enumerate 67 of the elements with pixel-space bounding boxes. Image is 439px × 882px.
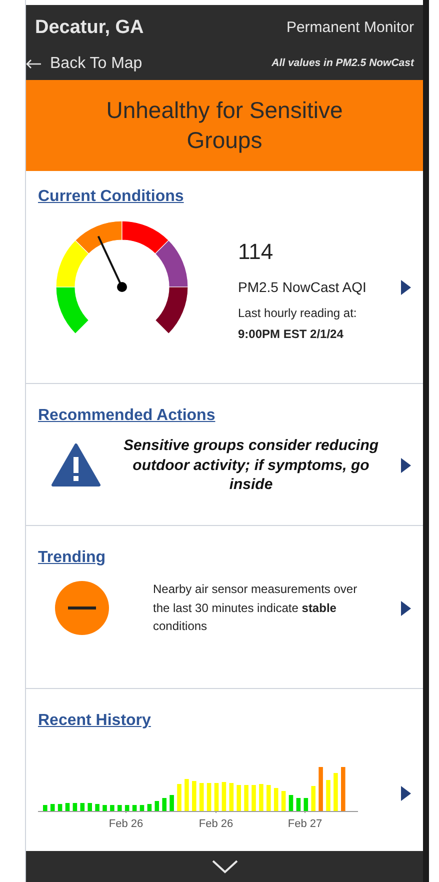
location-title: Decatur, GA [35,16,144,40]
history-bar [311,786,316,811]
stable-trend-icon [54,580,110,636]
axis-label: Feb 26 [108,817,144,832]
history-bar [154,801,160,811]
back-to-map-link[interactable]: Back To Map [26,52,142,76]
history-bar [95,804,100,811]
history-bar [214,783,219,811]
history-bar [266,785,271,811]
history-bar [326,780,330,811]
section-heading-link[interactable]: Recommended Actions [38,404,216,428]
history-bar [132,805,137,811]
history-bar [147,804,152,811]
history-bar [252,785,256,811]
right-arrow-icon[interactable] [401,458,411,473]
reading-label: Last hourly reading at: [238,305,358,322]
recommendation-text: Sensitive groups consider reducing outdoor activity; if symptoms, go inside [122,436,380,494]
history-bar [140,805,144,811]
section-heading-link[interactable]: Recent History [38,709,151,733]
monitor-type: Permanent Monitor [286,18,414,38]
history-bar [72,803,78,811]
axis-label: Feb 27 [288,817,322,832]
history-bar [236,785,241,811]
history-bar [88,803,92,811]
history-bar [288,795,294,811]
history-bar [229,783,234,811]
history-bar [162,798,166,811]
section-heading-link[interactable]: Current Conditions [38,185,184,209]
right-arrow-icon[interactable] [401,600,411,616]
history-bar [199,783,204,811]
trend-text: Nearby air sensor measurements over the last 30 minutes indicate stable conditions [153,581,358,636]
history-bar [43,805,48,811]
right-arrow-icon[interactable] [401,280,411,295]
history-bar [334,773,338,811]
history-bar [304,798,308,811]
aqi-category-banner: Unhealthy for Sensitive Groups [26,80,423,171]
history-bar [184,779,189,811]
history-bar [110,805,114,811]
aqi-metric: PM2.5 NowCast AQI [238,278,366,297]
axis-label: Feb 26 [198,817,234,832]
history-bar [281,791,286,811]
history-bar [318,767,323,811]
warning-icon [51,443,101,488]
history-bar [102,805,107,811]
history-bar [222,782,226,811]
history-bar [274,788,278,811]
history-bar [50,804,55,811]
reading-time: 9:00PM EST 2/1/24 [238,326,344,343]
back-arrow-icon [26,58,42,68]
history-bar [58,804,62,811]
section-heading-link[interactable]: Trending [38,546,106,570]
chevron-down-icon [212,860,238,874]
history-bar [341,767,346,811]
history-bar [80,803,85,811]
history-bar [192,781,196,811]
history-bar [206,783,212,811]
aqi-value: 114 [238,238,274,266]
history-bar [118,805,122,811]
history-bar [170,795,174,811]
history-bar [65,803,70,811]
history-bar [177,784,182,811]
history-bar [244,785,248,811]
right-arrow-icon[interactable] [401,786,411,801]
history-bar [124,805,130,811]
history-bar [259,784,264,811]
units-note: All values in PM2.5 NowCast [272,56,414,71]
history-bar [296,798,301,811]
